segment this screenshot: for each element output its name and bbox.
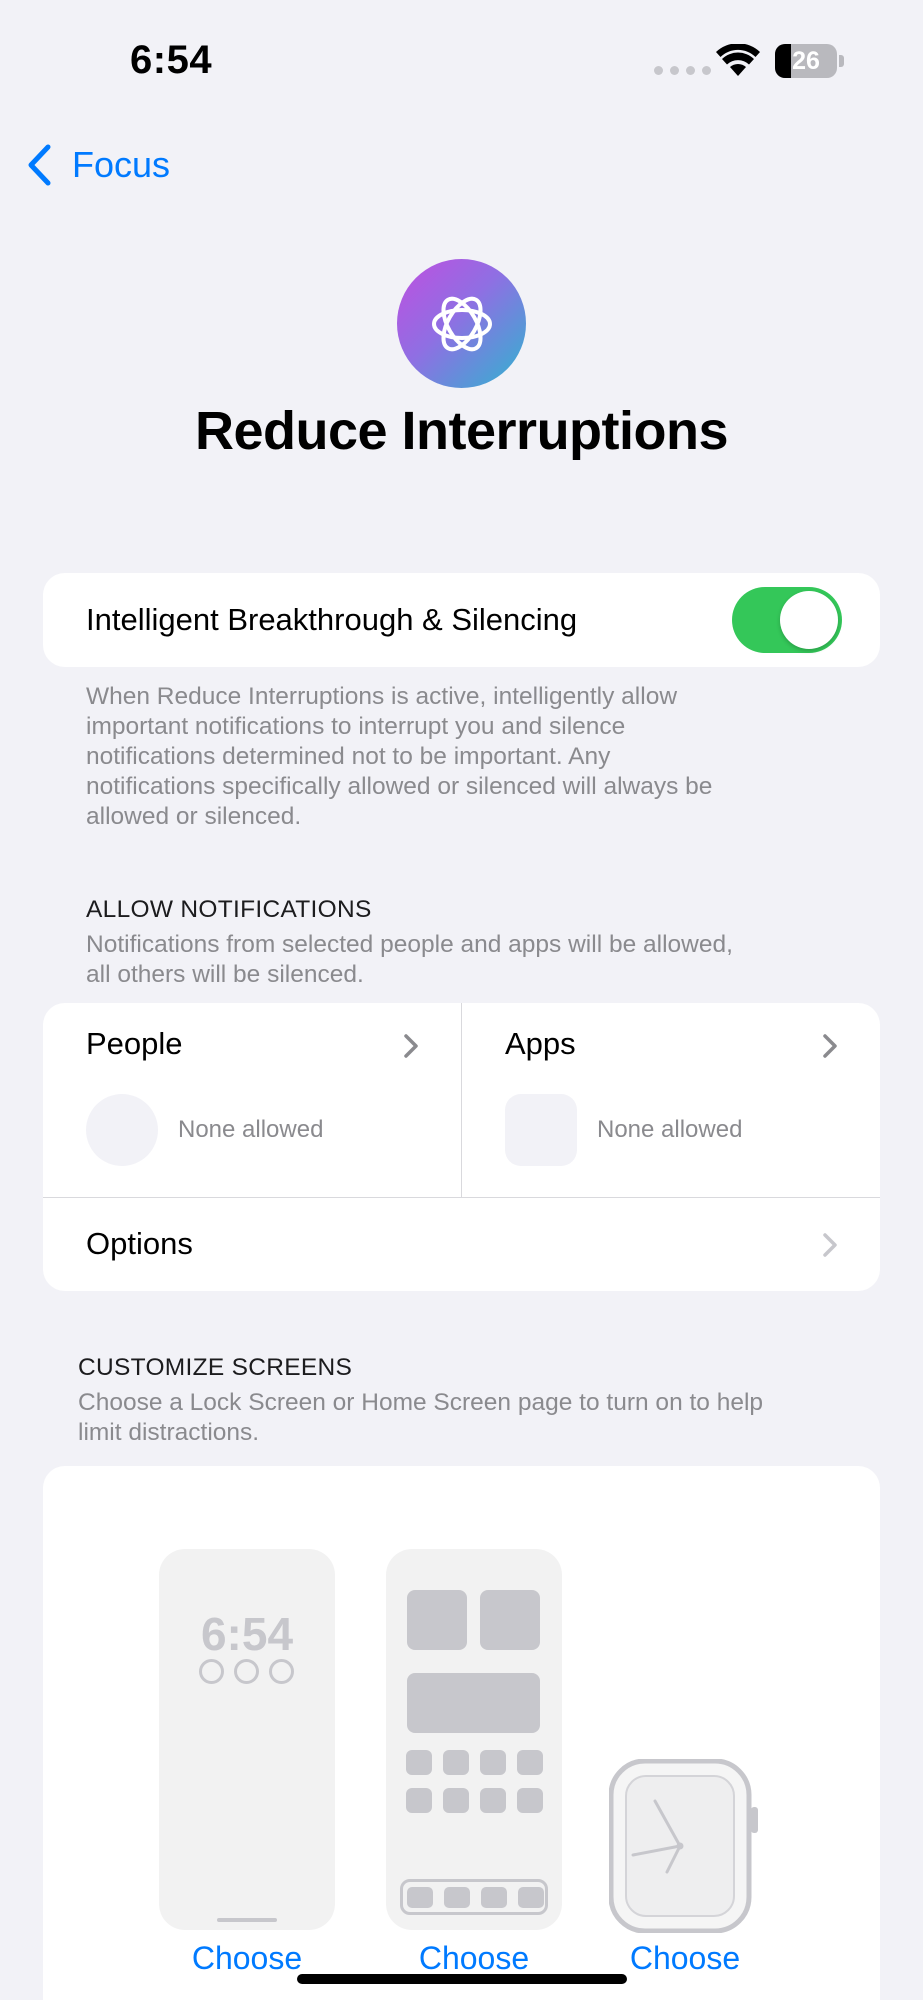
allow-notifications-header: ALLOW NOTIFICATIONS <box>86 896 372 923</box>
footer-line: When Reduce Interruptions is active, int… <box>86 683 678 710</box>
description-line: Choose a Lock Screen or Home Screen page… <box>78 1389 764 1416</box>
description-line: limit distractions. <box>78 1419 260 1446</box>
app-icon-placeholder <box>517 1788 543 1813</box>
people-status: None allowed <box>178 1116 324 1143</box>
lock-screen-widgets <box>199 1659 294 1684</box>
app-icon-placeholder <box>406 1788 432 1813</box>
back-label: Focus <box>72 144 171 185</box>
apps-cell[interactable]: Apps None allowed <box>462 1003 880 1197</box>
customize-screens-header: CUSTOMIZE SCREENS <box>78 1354 353 1381</box>
toggle-knob <box>780 591 838 649</box>
footer-line: allowed or silenced. <box>86 803 302 830</box>
people-title: People <box>86 1026 183 1061</box>
widget-placeholder <box>480 1590 540 1650</box>
back-button[interactable]: Focus <box>26 140 170 190</box>
no-signal-icon <box>654 66 711 75</box>
app-icon-placeholder <box>480 1788 506 1813</box>
status-time: 6:54 <box>130 38 213 82</box>
chevron-right-icon <box>823 1034 837 1058</box>
app-icon-placeholder <box>517 1750 543 1775</box>
allow-notifications-card: People None allowed Apps None allowed Op… <box>43 1003 880 1291</box>
footer-line: important notifications to interrupt you… <box>86 713 626 740</box>
app-icon-placeholder <box>443 1750 469 1775</box>
battery-icon: 26 <box>775 44 844 78</box>
description-line: Notifications from selected people and a… <box>86 931 733 958</box>
lock-screen-home-bar <box>217 1918 277 1922</box>
home-screen-preview[interactable] <box>386 1549 562 1930</box>
footer-line: notifications determined not to be impor… <box>86 743 611 770</box>
app-icon-placeholder <box>480 1750 506 1775</box>
apps-placeholder-icon <box>505 1094 577 1166</box>
lock-screen-time: 6:54 <box>200 1608 294 1660</box>
app-icon-placeholder <box>443 1788 469 1813</box>
allow-notifications-description: Notifications from selected people and a… <box>86 930 733 990</box>
intelligent-breakthrough-row: Intelligent Breakthrough & Silencing <box>43 573 880 667</box>
intelligent-breakthrough-toggle[interactable] <box>732 587 842 653</box>
status-bar: 6:54 26 <box>0 0 923 120</box>
app-icon-placeholder <box>406 1750 432 1775</box>
lock-screen-preview[interactable]: 6:54 <box>159 1549 335 1930</box>
choose-lock-screen-button[interactable]: Choose <box>159 1940 335 1977</box>
customize-screens-description: Choose a Lock Screen or Home Screen page… <box>78 1388 763 1448</box>
options-row[interactable]: Options <box>43 1198 880 1291</box>
chevron-right-icon <box>823 1233 837 1257</box>
widget-placeholder <box>407 1673 540 1733</box>
focus-settings-screen: 6:54 26 Focus Reduce Interruptions Intel… <box>0 0 923 2000</box>
footer-line: notifications specifically allowed or si… <box>86 773 713 800</box>
dock-placeholder <box>400 1879 548 1915</box>
intelligent-breakthrough-footer: When Reduce Interruptions is active, int… <box>86 682 712 832</box>
people-placeholder-avatar <box>86 1094 158 1166</box>
intelligent-breakthrough-label: Intelligent Breakthrough & Silencing <box>86 602 578 637</box>
watch-face-preview[interactable] <box>609 1759 759 1933</box>
people-cell[interactable]: People None allowed <box>43 1003 461 1197</box>
sparkle-flower-icon <box>431 296 492 351</box>
focus-mode-icon <box>397 259 526 388</box>
widget-placeholder <box>407 1590 467 1650</box>
chevron-right-icon <box>404 1034 418 1058</box>
choose-watch-face-button[interactable]: Choose <box>597 1940 773 1977</box>
page-title: Reduce Interruptions <box>194 401 729 461</box>
chevron-left-icon <box>28 144 51 186</box>
apps-status: None allowed <box>597 1116 743 1143</box>
battery-level: 26 <box>792 47 820 75</box>
wifi-icon <box>716 44 760 76</box>
options-label: Options <box>86 1226 193 1261</box>
choose-home-screen-button[interactable]: Choose <box>386 1940 562 1977</box>
description-line: all others will be silenced. <box>86 961 364 988</box>
apps-title: Apps <box>505 1026 576 1061</box>
home-indicator[interactable] <box>297 1974 627 1984</box>
